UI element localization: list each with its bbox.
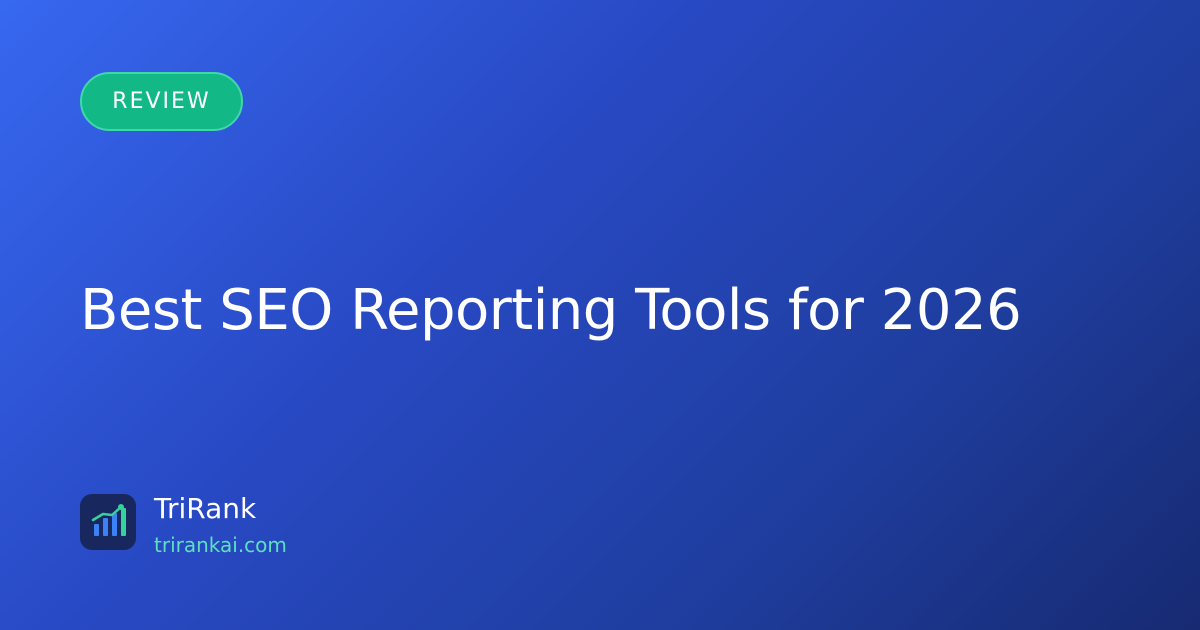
brand-block: TriRank trirankai.com <box>80 492 287 558</box>
brand-name: TriRank <box>154 492 257 525</box>
page-title: Best SEO Reporting Tools for 2026 <box>80 278 1022 343</box>
brand-url[interactable]: trirankai.com <box>154 532 287 558</box>
category-badge: REVIEW <box>80 72 243 131</box>
category-badge-label: REVIEW <box>112 89 211 114</box>
brand-text: TriRank trirankai.com <box>154 492 287 558</box>
bar-chart-growth-icon <box>80 494 136 550</box>
og-card: REVIEW Best SEO Reporting Tools for 2026… <box>0 0 1200 630</box>
